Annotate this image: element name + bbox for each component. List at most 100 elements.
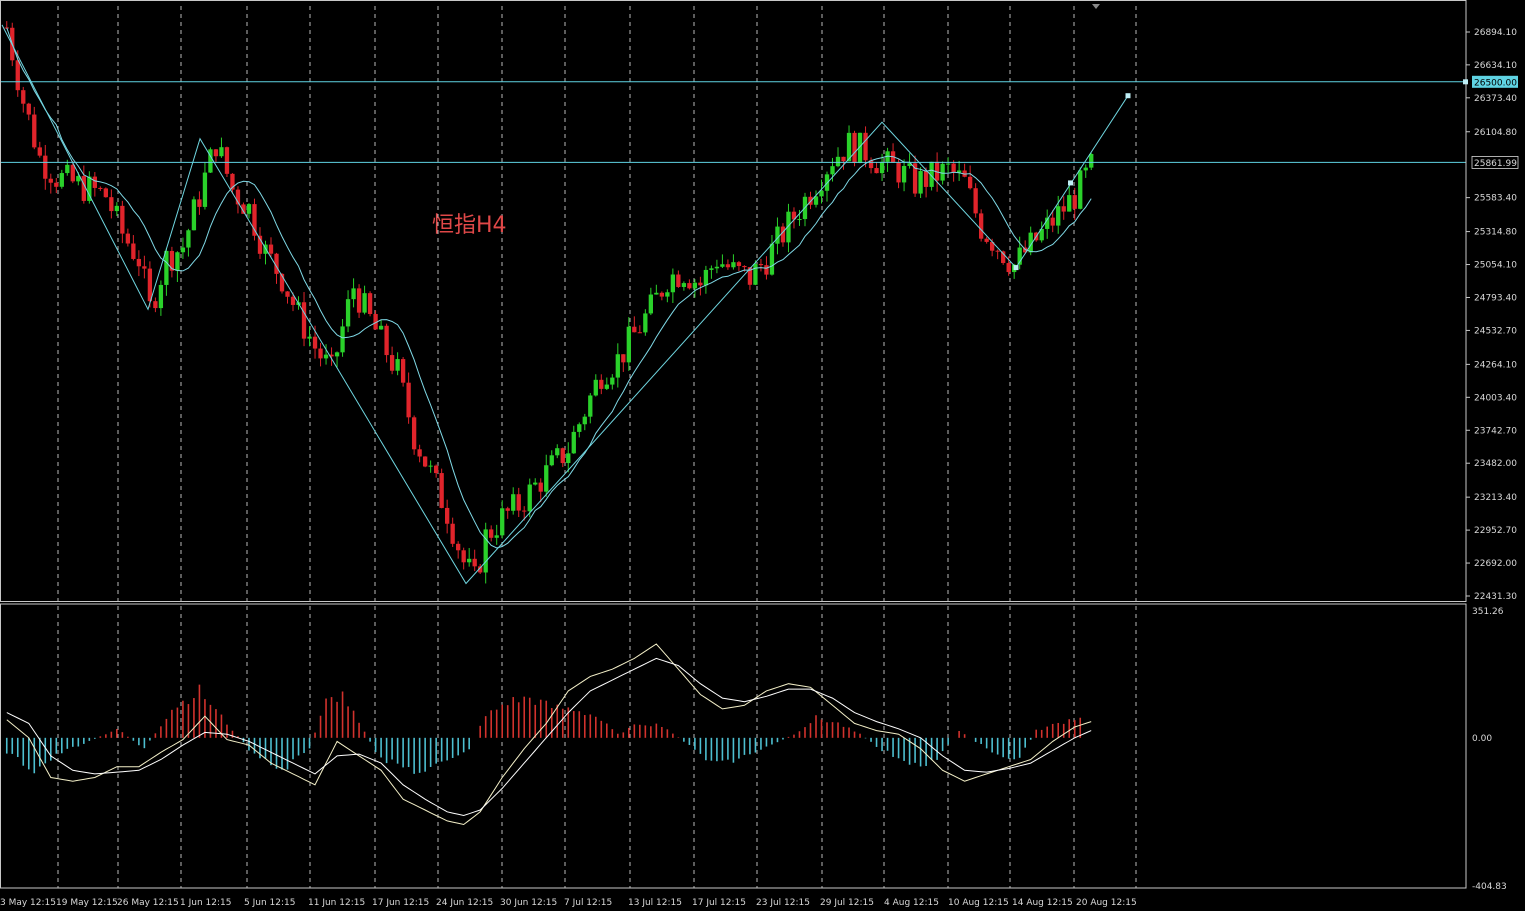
price-tick-label: 25583.40 — [1474, 194, 1517, 204]
candle-body — [945, 163, 951, 165]
candle-body — [599, 379, 604, 389]
price-tick-label: 26104.80 — [1474, 128, 1517, 138]
candle-body — [301, 302, 307, 339]
x-tick-label: 11 Jun 12:15 — [308, 898, 365, 908]
candle-body — [588, 395, 593, 417]
price-tick-label: 24264.10 — [1474, 360, 1517, 370]
x-tick-label: 4 Aug 12:15 — [884, 898, 939, 908]
x-tick-label: 20 Aug 12:15 — [1076, 898, 1137, 908]
x-tick-label: 30 Jun 12:15 — [500, 898, 557, 908]
candle-body — [577, 424, 582, 432]
candle-body — [142, 266, 147, 269]
candle-body — [417, 449, 422, 457]
candle-body — [384, 325, 389, 356]
candle-body — [940, 163, 945, 181]
price-tick-label: 24793.40 — [1474, 293, 1517, 303]
candle-body — [345, 299, 351, 327]
candle-body — [158, 284, 164, 309]
candle-body — [681, 283, 687, 287]
candle-body — [901, 165, 907, 183]
candle-body — [1067, 195, 1072, 212]
candle-body — [147, 268, 153, 302]
candle-body — [560, 448, 565, 464]
candle-body — [758, 263, 764, 266]
price-label-resistance: 26500.00 — [1474, 78, 1517, 88]
x-tick-label: 23 Jul 12:15 — [756, 898, 810, 908]
candle-body — [461, 550, 466, 563]
x-tick-label: 3 May 12:15 — [0, 898, 56, 908]
candle-body — [323, 354, 329, 359]
candle-body — [411, 417, 417, 450]
candle-body — [538, 482, 543, 492]
candle-body — [973, 188, 978, 214]
candle-body — [604, 384, 609, 389]
candle-body — [98, 187, 103, 189]
candle-body — [197, 199, 202, 207]
osc-zero-label: 0.00 — [1472, 734, 1492, 744]
candle-body — [334, 352, 340, 357]
candle-body — [406, 382, 411, 418]
candle-body — [593, 379, 598, 396]
candle-body — [555, 448, 560, 456]
price-tick-label: 24003.40 — [1474, 393, 1517, 403]
candle-body — [731, 262, 736, 268]
price-chart: 3 May 12:15 19 May 12:15 26 May 12:15 1 Jun… — [0, 0, 1525, 911]
zigzag-marker — [1013, 265, 1019, 271]
candle-body — [522, 510, 527, 512]
candle-body — [367, 293, 373, 315]
candle-body — [648, 294, 653, 314]
candle-body — [626, 326, 631, 363]
chart-background — [0, 0, 1525, 911]
candle-body — [180, 247, 186, 253]
price-tick-label: 25054.10 — [1474, 261, 1517, 271]
price-tick-label: 23482.00 — [1474, 459, 1517, 469]
price-tick-label: 23213.40 — [1474, 493, 1517, 503]
candle-body — [378, 325, 384, 330]
candle-body — [984, 238, 989, 242]
candle-body — [114, 205, 120, 212]
price-tick-label: 22431.30 — [1474, 592, 1517, 602]
candle-body — [318, 348, 323, 359]
x-tick-label: 14 Aug 12:15 — [1012, 898, 1073, 908]
candle-body — [307, 336, 312, 339]
candle-body — [720, 264, 725, 267]
candle-body — [32, 114, 37, 148]
price-tick-label: 25314.80 — [1474, 228, 1517, 238]
price-label-current: 25861.99 — [1474, 159, 1517, 169]
candle-body — [472, 558, 477, 567]
candle-body — [483, 529, 488, 573]
candle-body — [103, 188, 108, 198]
candle-body — [896, 162, 901, 183]
candle-body — [615, 354, 620, 378]
candle-body — [566, 453, 571, 464]
candle-body — [852, 132, 857, 163]
candle-body — [533, 482, 538, 485]
osc-min-label: -404.83 — [1472, 882, 1507, 892]
candle-body — [714, 266, 720, 269]
candle-body — [439, 473, 444, 508]
candle-body — [1050, 217, 1055, 226]
x-tick-label: 17 Jun 12:15 — [372, 898, 429, 908]
price-tick-label: 26373.40 — [1474, 94, 1517, 104]
candle-body — [54, 182, 59, 187]
candle-body — [312, 336, 318, 349]
candle-body — [874, 168, 879, 174]
candle-body — [698, 282, 703, 286]
candle-body — [285, 291, 290, 297]
x-tick-label: 17 Jul 12:15 — [692, 898, 746, 908]
candle-body — [637, 332, 642, 334]
candle-body — [978, 213, 984, 239]
price-tick-label: 23742.70 — [1474, 426, 1517, 436]
candle-body — [753, 263, 758, 285]
candle-body — [1072, 195, 1077, 209]
candle-body — [736, 262, 742, 266]
candle-body — [571, 431, 576, 454]
candle-body — [362, 293, 367, 313]
candle-body — [632, 326, 637, 333]
price-tick-label: 22952.70 — [1474, 526, 1517, 536]
candle-body — [164, 250, 169, 285]
x-tick-label: 19 May 12:15 — [56, 898, 118, 908]
candle-body — [246, 204, 252, 214]
candle-body — [621, 354, 626, 363]
osc-max-label: 351.26 — [1472, 607, 1504, 617]
